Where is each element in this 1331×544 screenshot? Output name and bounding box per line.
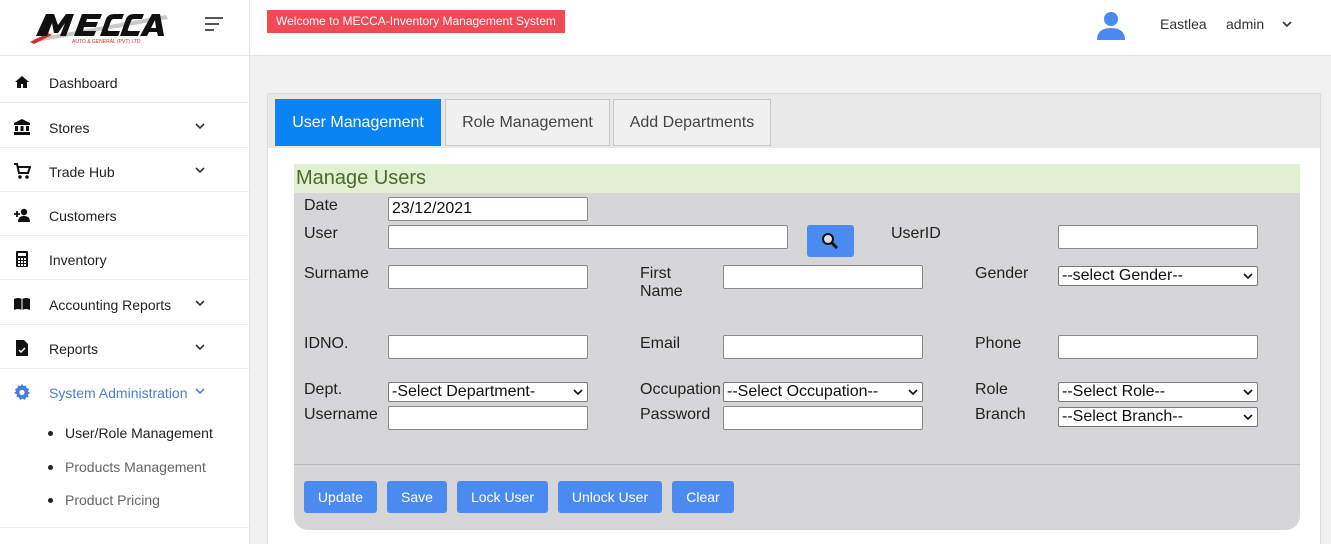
sidebar-item-stores[interactable]: Stores — [0, 104, 249, 148]
department-select[interactable]: -Select Department- — [388, 382, 588, 402]
username-label[interactable]: admin — [1226, 16, 1264, 32]
chevron-down-icon — [1243, 389, 1253, 396]
search-icon — [822, 233, 839, 250]
document-icon — [16, 340, 28, 356]
sidebar-item-customers[interactable]: Customers — [0, 192, 249, 236]
main-panel: User Management Role Management Add Depa… — [267, 93, 1321, 544]
sidebar-item-reports[interactable]: Reports — [0, 325, 249, 369]
tab-role-management[interactable]: Role Management — [445, 99, 610, 146]
form-divider — [294, 464, 1300, 465]
gear-icon — [14, 384, 30, 400]
chevron-down-icon — [195, 123, 205, 130]
dept-label: Dept. — [304, 381, 343, 398]
chevron-down-icon[interactable] — [1281, 18, 1293, 30]
gender-label: Gender — [975, 265, 1029, 282]
submenu-products-management[interactable]: Products Management — [48, 459, 206, 475]
date-field[interactable]: 23/12/2021 — [388, 197, 588, 221]
idno-label: IDNO. — [304, 335, 349, 352]
occupation-label: Occupation — [640, 381, 721, 398]
sidebar-item-accounting-reports[interactable]: Accounting Reports — [0, 281, 249, 325]
role-label: Role — [975, 381, 1008, 398]
tab-add-departments[interactable]: Add Departments — [613, 99, 771, 146]
submenu-product-pricing[interactable]: Product Pricing — [48, 492, 160, 508]
save-button[interactable]: Save — [387, 481, 447, 513]
chevron-down-icon — [195, 344, 205, 351]
sidebar: AUTO & GENERAL (PVT) LTD Dashboard Store… — [0, 0, 250, 544]
chevron-down-icon — [573, 389, 583, 396]
surname-label: Surname — [304, 265, 369, 282]
occupation-select[interactable]: --Select Occupation-- — [723, 382, 923, 402]
branch-label: Branch — [975, 406, 1026, 423]
tab-user-management[interactable]: User Management — [275, 99, 441, 146]
manage-users-form: Manage Users Date 23/12/2021 User UserID… — [294, 164, 1300, 530]
gender-select[interactable]: --select Gender-- — [1058, 266, 1258, 286]
chevron-down-icon — [195, 167, 205, 174]
user-search-field[interactable] — [388, 225, 788, 249]
menu-toggle-icon[interactable] — [205, 17, 225, 33]
bank-icon — [14, 119, 30, 135]
sidebar-item-label: Stores — [49, 120, 90, 136]
sidebar-item-label: Dashboard — [49, 75, 118, 91]
chevron-down-icon — [195, 388, 205, 395]
logo-bar: AUTO & GENERAL (PVT) LTD — [0, 0, 249, 56]
top-bar: Welcome to MECCA-Inventory Management Sy… — [250, 0, 1331, 56]
phone-field[interactable] — [1058, 335, 1258, 359]
mecca-logo: AUTO & GENERAL (PVT) LTD — [30, 14, 168, 45]
chevron-down-icon — [195, 300, 205, 307]
first-name-field[interactable] — [723, 265, 923, 289]
user-label: User — [304, 225, 338, 242]
logo-subtext: AUTO & GENERAL (PVT) LTD — [72, 39, 141, 45]
sidebar-item-label: Reports — [49, 341, 99, 357]
search-button[interactable] — [807, 225, 854, 257]
tab-strip: User Management Role Management Add Depa… — [268, 94, 1320, 148]
sidebar-item-label: Inventory — [49, 252, 107, 268]
chevron-down-icon — [908, 389, 918, 396]
sidebar-item-dashboard[interactable]: Dashboard — [0, 59, 249, 103]
chevron-down-icon — [1243, 414, 1253, 421]
welcome-banner: Welcome to MECCA-Inventory Management Sy… — [267, 10, 565, 33]
first-name-label: First Name — [640, 265, 683, 300]
username-label: Username — [304, 406, 378, 423]
clear-button[interactable]: Clear — [672, 481, 734, 513]
userid-field[interactable] — [1058, 225, 1258, 249]
username-field[interactable] — [388, 406, 588, 430]
branch-select[interactable]: --Select Branch-- — [1058, 407, 1258, 427]
password-field[interactable] — [723, 406, 923, 430]
cart-icon — [14, 163, 31, 179]
role-select[interactable]: --Select Role-- — [1058, 382, 1258, 402]
branch-location: Eastlea — [1160, 16, 1207, 32]
phone-label: Phone — [975, 335, 1022, 352]
user-avatar-icon[interactable] — [1096, 10, 1126, 40]
password-label: Password — [640, 406, 711, 423]
email-field[interactable] — [723, 335, 923, 359]
sidebar-divider — [0, 527, 249, 528]
sidebar-item-trade-hub[interactable]: Trade Hub — [0, 148, 249, 192]
update-button[interactable]: Update — [304, 481, 377, 513]
sidebar-item-system-administration[interactable]: System Administration — [0, 369, 249, 413]
chevron-down-icon — [1243, 273, 1253, 280]
surname-field[interactable] — [388, 265, 588, 289]
person-add-icon — [14, 208, 30, 222]
email-label: Email — [640, 335, 681, 352]
date-label: Date — [304, 197, 338, 214]
sidebar-item-label: System Administration — [49, 385, 188, 401]
submenu-user-role-management[interactable]: User/Role Management — [48, 425, 213, 441]
sidebar-item-label: Trade Hub — [49, 164, 115, 180]
sidebar-item-label: Accounting Reports — [49, 297, 172, 313]
book-icon — [14, 298, 30, 310]
lock-user-button[interactable]: Lock User — [457, 481, 548, 513]
home-icon — [15, 76, 29, 88]
idno-field[interactable] — [388, 335, 588, 359]
sidebar-item-inventory[interactable]: Inventory — [0, 236, 249, 280]
form-title: Manage Users — [294, 164, 1300, 193]
unlock-user-button[interactable]: Unlock User — [558, 481, 662, 513]
sidebar-item-label: Customers — [49, 208, 117, 224]
calculator-icon — [16, 251, 28, 267]
userid-label: UserID — [891, 225, 941, 242]
